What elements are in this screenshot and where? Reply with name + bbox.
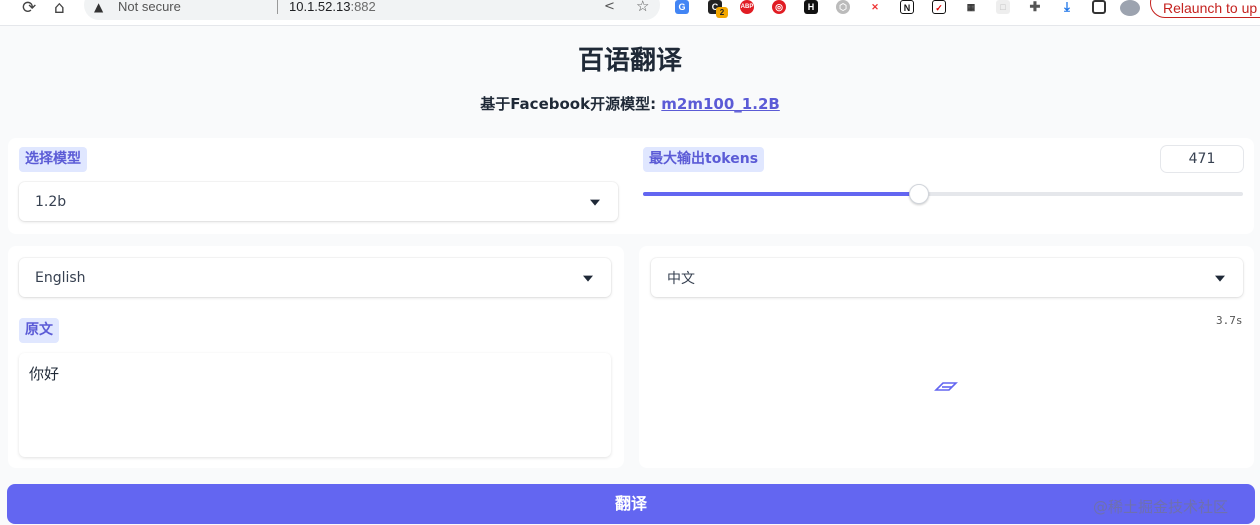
source-language-value: English: [35, 269, 86, 286]
max-tokens-label: 最大输出tokens: [643, 147, 765, 172]
adblock-icon[interactable]: ABP: [740, 0, 754, 14]
target-language-dropdown[interactable]: 中文: [651, 258, 1243, 297]
model-link[interactable]: m2m100_1.2B: [661, 95, 780, 113]
subtitle-prefix: 基于Facebook开源模型:: [480, 95, 662, 113]
elapsed-time: 3.7s: [1216, 314, 1243, 327]
share-icon[interactable]: <: [604, 0, 615, 14]
app-title: 百语翻译: [577, 46, 682, 76]
extension-hexagon-icon[interactable]: ⬡: [836, 0, 850, 14]
address-bar[interactable]: ▲ Not secure 10.1.52.13:882 < ☆: [84, 0, 660, 20]
security-indicator[interactable]: Not secure: [118, 0, 181, 14]
extension-grid-icon[interactable]: ▦: [964, 0, 978, 14]
bookmark-star-icon[interactable]: ☆: [636, 0, 649, 15]
profile-avatar[interactable]: [1120, 0, 1140, 16]
relaunch-button[interactable]: Relaunch to up: [1150, 0, 1260, 18]
notion-icon[interactable]: N: [900, 0, 914, 14]
reload-icon[interactable]: ⟳: [22, 0, 36, 18]
source-text-input[interactable]: 你好: [19, 353, 611, 457]
chevron-down-icon: [583, 275, 593, 282]
url-host: 10.1.52.13: [289, 0, 351, 14]
chevron-down-icon: [1215, 275, 1225, 282]
slider-thumb[interactable]: [909, 184, 929, 204]
google-translate-extension-icon[interactable]: G: [675, 0, 689, 14]
url-port: :882: [350, 0, 376, 14]
target-language-value: 中文: [667, 270, 695, 287]
loading-spinner-icon: [934, 378, 958, 398]
extension-cross-icon[interactable]: ✕: [868, 0, 882, 14]
model-dropdown[interactable]: 1.2b: [19, 182, 618, 221]
slider-fill: [643, 192, 919, 196]
extension-count-badge: 2: [716, 7, 728, 18]
source-language-dropdown[interactable]: English: [19, 258, 611, 297]
browser-toolbar: ⟳ ⌂ ▲ Not secure 10.1.52.13:882 < ☆ G C …: [0, 0, 1260, 26]
url-text[interactable]: 10.1.52.13:882: [289, 0, 376, 14]
download-icon[interactable]: ⤓: [1060, 0, 1074, 14]
extension-checkbox-icon[interactable]: ✓: [932, 0, 946, 14]
side-panel-icon[interactable]: [1092, 0, 1106, 14]
max-tokens-number-input[interactable]: 471: [1161, 146, 1243, 172]
max-tokens-slider[interactable]: [643, 184, 1243, 204]
warning-icon[interactable]: ▲: [94, 0, 103, 14]
source-text-label: 原文: [19, 318, 59, 343]
model-dropdown-value: 1.2b: [35, 193, 67, 210]
extension-faded-icon[interactable]: □: [996, 0, 1010, 14]
extension-h-icon[interactable]: H: [804, 0, 818, 14]
model-select-label: 选择模型: [19, 147, 87, 172]
extension-red-circle-icon[interactable]: ◎: [772, 0, 786, 14]
translate-button[interactable]: 翻译: [7, 484, 1255, 524]
extensions-puzzle-icon[interactable]: ✚: [1028, 0, 1042, 14]
omnibox-divider: [277, 0, 278, 14]
app-subtitle: 基于Facebook开源模型: m2m100_1.2B: [0, 93, 1260, 114]
chevron-down-icon: [590, 199, 600, 206]
watermark: @稀土掘金技术社区: [1093, 498, 1229, 516]
home-icon[interactable]: ⌂: [54, 0, 65, 18]
